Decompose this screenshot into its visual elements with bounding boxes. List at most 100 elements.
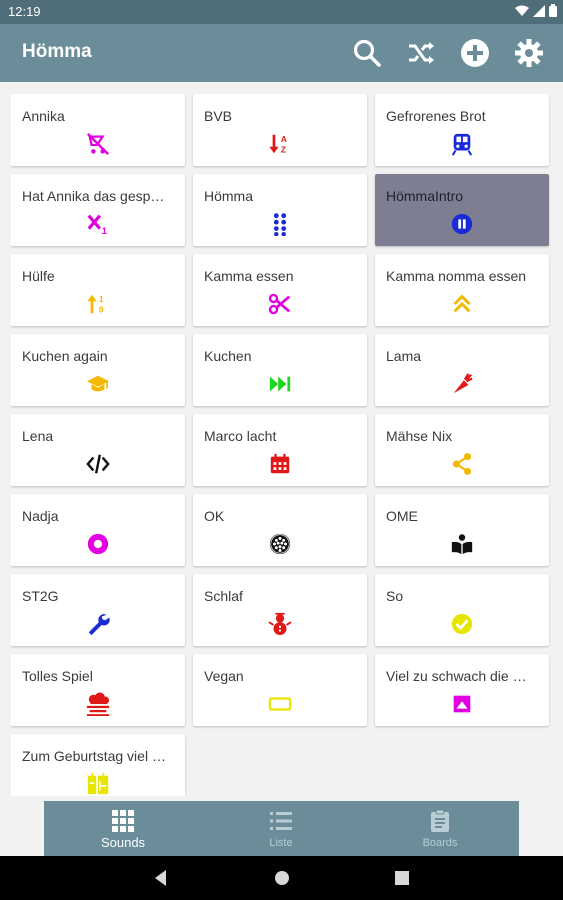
status-time: 12:19 — [8, 4, 41, 19]
sound-tile[interactable]: Viel zu schwach die … — [375, 654, 549, 726]
check-circle-icon — [449, 611, 475, 637]
sound-tile-label: BVB — [204, 108, 233, 124]
settings-icon — [515, 39, 543, 67]
subscript-icon: 1 — [85, 211, 111, 237]
sound-tile-label: Lena — [22, 428, 54, 444]
svg-text:A: A — [281, 134, 287, 144]
graduation-cap-icon — [85, 371, 111, 397]
sound-tile-label: Viel zu schwach die … — [386, 668, 527, 684]
svg-text:1: 1 — [102, 226, 107, 236]
sound-tile[interactable]: Hülfe 1 9 — [11, 254, 185, 326]
sort-numeric-icon: 19 — [85, 291, 111, 317]
drag-dots-icon — [267, 211, 293, 237]
sound-tile[interactable]: Schlaf — [193, 574, 367, 646]
settings-button[interactable] — [513, 37, 545, 69]
status-icons — [515, 4, 557, 17]
battery-icon — [549, 4, 557, 17]
sound-tile[interactable]: Zum Geburtstag viel … — [11, 734, 185, 796]
nav-sounds-label: Sounds — [100, 835, 146, 850]
carrot-icon — [449, 371, 475, 397]
sound-tile-label: Vegan — [204, 668, 244, 684]
sound-tile[interactable]: OME — [375, 494, 549, 566]
code-icon — [85, 451, 111, 477]
nav-sounds[interactable]: Sounds — [44, 801, 202, 856]
fast-forward-icon — [267, 371, 293, 397]
sound-tile[interactable]: OK — [193, 494, 367, 566]
nav-boards[interactable]: Boards — [361, 801, 519, 856]
sound-tile-label: OK — [204, 508, 225, 524]
sort-az-icon: AZ — [267, 131, 293, 157]
sound-tile-label: Hömma — [204, 188, 254, 204]
sound-tile[interactable]: Gefrorenes Brot — [375, 94, 549, 166]
sound-tile[interactable]: Hat Annika das gesp… 1 — [11, 174, 185, 246]
sound-tile-label: Lama — [386, 348, 422, 364]
sound-tile-label: Tolles Spiel — [22, 668, 93, 684]
sound-tile-label: HömmaIntro — [386, 188, 464, 204]
nav-boards-label: Boards — [422, 837, 458, 849]
sound-tile-label: Kuchen again — [22, 348, 108, 364]
sound-tile[interactable]: Annika — [11, 94, 185, 166]
sound-tile-label: Zum Geburtstag viel … — [22, 748, 166, 764]
sound-tile[interactable]: Kuchen again — [11, 334, 185, 406]
search-icon — [353, 39, 381, 67]
book-reader-icon — [449, 531, 475, 557]
sound-tile-label: Hülfe — [22, 268, 55, 284]
sound-tile-label: Mähse Nix — [386, 428, 453, 444]
sound-tile[interactable]: Nadja — [11, 494, 185, 566]
sound-tile-label: Nadja — [22, 508, 59, 524]
sound-tile[interactable]: Kuchen — [193, 334, 367, 406]
sound-tile[interactable]: Lama — [375, 334, 549, 406]
train-icon — [449, 131, 475, 157]
sound-tile[interactable]: Mähse Nix — [375, 414, 549, 486]
page-title: Hömma — [22, 41, 92, 62]
sound-tile[interactable]: Hömma — [193, 174, 367, 246]
pause-circle-icon — [449, 211, 475, 237]
sound-tile[interactable]: So — [375, 574, 549, 646]
image-square-icon — [449, 691, 475, 717]
sound-tile-label: Gefrorenes Brot — [386, 108, 486, 124]
clipboard-icon — [431, 809, 449, 832]
back-icon[interactable] — [151, 868, 171, 888]
nav-liste-label: Liste — [269, 837, 293, 849]
nav-liste[interactable]: Liste — [202, 801, 360, 856]
sound-tile[interactable]: Lena — [11, 414, 185, 486]
shuffle-button[interactable] — [405, 37, 437, 69]
app-bar-actions — [351, 37, 545, 69]
sound-grid: Annika BVB A Z Gefrorenes Brot Hat Annika das… — [11, 94, 553, 796]
search-button[interactable] — [351, 37, 383, 69]
sound-tile-label: ST2G — [22, 588, 59, 604]
recents-icon[interactable] — [392, 868, 412, 888]
svg-text:1: 1 — [99, 294, 104, 304]
sound-tile[interactable]: Kamma nomma essen — [375, 254, 549, 326]
home-icon[interactable] — [272, 868, 292, 888]
calendar-icon — [267, 451, 293, 477]
sound-tile-label: Kuchen — [204, 348, 252, 364]
shuffle-icon — [409, 42, 434, 64]
svg-text:9: 9 — [99, 304, 104, 314]
sound-tile-label: Marco lacht — [204, 428, 277, 444]
sound-tile[interactable]: Marco lacht — [193, 414, 367, 486]
sound-tile[interactable]: HömmaIntro — [375, 174, 549, 246]
app-bar: Hömma — [0, 24, 563, 82]
share-icon — [449, 451, 475, 477]
sound-tile[interactable]: Tolles Spiel — [11, 654, 185, 726]
sound-tile[interactable]: Vegan — [193, 654, 367, 726]
no-stroller-icon — [85, 131, 111, 157]
grid-icon — [112, 810, 134, 832]
scissors-icon — [267, 291, 293, 317]
sound-tile-label: Kamma essen — [204, 268, 294, 284]
sound-tile-label: OME — [386, 508, 418, 524]
sound-tile[interactable]: ST2G — [11, 574, 185, 646]
list-icon — [270, 812, 292, 830]
cake-sign-icon — [85, 771, 111, 796]
soccer-ball-icon — [267, 531, 293, 557]
cell-signal-icon — [533, 4, 545, 17]
sound-tile[interactable]: Kamma essen — [193, 254, 367, 326]
add-button[interactable] — [459, 37, 491, 69]
chevron-double-up-icon — [449, 291, 475, 317]
sound-tile-label: So — [386, 588, 404, 604]
sound-tile-label: Annika — [22, 108, 65, 124]
battery-outline-icon — [267, 691, 293, 717]
record-icon — [85, 531, 111, 557]
sound-tile[interactable]: BVB A Z — [193, 94, 367, 166]
